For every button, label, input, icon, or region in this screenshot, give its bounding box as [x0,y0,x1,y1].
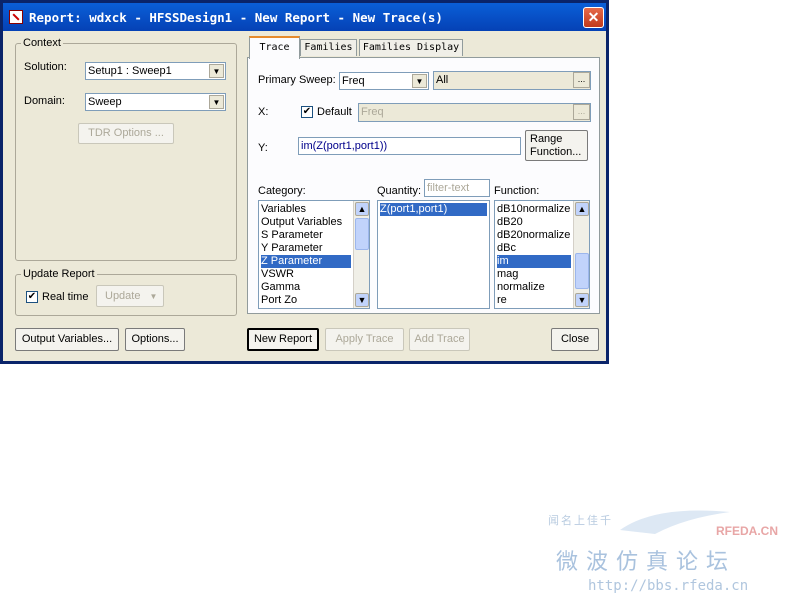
dialog-client: Context Solution: Setup1 : Sweep1 ▼ Doma… [3,31,606,361]
list-item[interactable]: dBc [497,242,516,255]
y-expression-field[interactable]: im(Z(port1,port1)) [298,137,521,155]
watermark-url: http://bbs.rfeda.cn [588,578,749,594]
list-item[interactable]: dB20 [497,216,523,229]
primary-sweep-value: Freq [342,75,365,87]
list-item[interactable]: mag [497,268,518,281]
tab-trace[interactable]: Trace [249,36,300,59]
title-bar[interactable]: Report: wdxck - HFSSDesign1 - New Report… [3,3,606,31]
update-button[interactable]: Update ▼ [96,285,164,307]
tdr-options-button[interactable]: TDR Options ... [78,123,174,144]
list-item[interactable]: S Parameter [261,229,323,242]
primary-sweep-label: Primary Sweep: [258,74,336,86]
list-item[interactable]: Variables [261,203,306,216]
x-label: X: [258,106,269,118]
y-label: Y: [258,142,268,154]
options-button[interactable]: Options... [125,328,185,351]
tab-families-display[interactable]: Families Display [359,39,463,56]
watermark-tagline: 闻名上佳千 [548,515,613,527]
y-expression-value: im(Z(port1,port1)) [301,140,388,152]
chevron-down-icon[interactable]: ▼ [412,74,427,88]
chevron-down-icon[interactable]: ▼ [209,64,224,78]
list-item-selected[interactable]: Z(port1,port1) [380,203,487,216]
sweep-range-value: All [436,74,449,86]
default-label: Default [317,106,352,118]
scroll-up-icon[interactable]: ▲ [575,202,589,216]
context-legend: Context [21,37,63,49]
x-value: Freq [361,106,384,118]
list-item[interactable]: Gamma [261,281,300,294]
real-time-checkbox[interactable]: ✔ [26,291,38,303]
apply-trace-button[interactable]: Apply Trace [325,328,404,351]
range-function-line2: Function... [530,146,582,158]
scroll-down-icon[interactable]: ▼ [575,293,589,307]
category-label: Category: [258,185,306,197]
category-list[interactable]: Variables Output Variables S Parameter Y… [258,200,370,309]
solution-combo[interactable]: Setup1 : Sweep1 ▼ [85,62,226,80]
quantity-list[interactable]: Z(port1,port1) [377,200,490,309]
scroll-down-icon[interactable]: ▼ [355,293,369,307]
list-item[interactable]: Y Parameter [261,242,323,255]
x-field: Freq [358,103,591,122]
trace-tab-panel: Primary Sweep: Freq ▼ All ... X: ✔ Defau… [247,57,600,314]
real-time-label: Real time [42,291,89,303]
scroll-up-icon[interactable]: ▲ [355,202,369,216]
function-scrollbar[interactable]: ▲ ▼ [573,201,589,308]
function-list[interactable]: dB10normalize dB20 dB20normalize dBc im … [494,200,590,309]
domain-label: Domain: [24,95,65,107]
add-trace-button[interactable]: Add Trace [409,328,470,351]
list-item[interactable]: Port Zo [261,294,297,307]
primary-sweep-combo[interactable]: Freq ▼ [339,72,429,90]
solution-label: Solution: [24,61,67,73]
tab-families[interactable]: Families [300,39,357,56]
watermark-chinese: 微波仿真论坛 [556,550,737,575]
update-report-legend: Update Report [21,268,97,280]
quantity-label: Quantity: [377,185,422,197]
chevron-down-icon: ▼ [149,292,158,301]
quantity-filter-placeholder: filter-text [427,182,470,194]
quantity-filter-input[interactable]: filter-text [424,179,490,197]
scroll-thumb[interactable] [575,253,589,289]
range-function-line1: Range [530,133,563,145]
watermark-wing-icon [620,510,730,534]
list-item[interactable]: re [497,294,507,307]
list-item-selected[interactable]: im [497,255,571,268]
chevron-down-icon[interactable]: ▼ [209,95,224,109]
sweep-range-ellipsis-button[interactable]: ... [573,72,590,88]
list-item[interactable]: Output Variables [261,216,342,229]
list-item[interactable]: normalize [497,281,545,294]
x-ellipsis-button[interactable]: ... [573,104,590,120]
close-icon[interactable]: ✕ [583,7,604,28]
close-button[interactable]: Close [551,328,599,351]
output-variables-button[interactable]: Output Variables... [15,328,119,351]
domain-value: Sweep [88,96,122,108]
scroll-thumb[interactable] [355,218,369,250]
function-label: Function: [494,185,540,197]
update-button-label: Update [105,290,141,302]
list-item-selected[interactable]: Z Parameter [261,255,351,268]
category-scrollbar[interactable]: ▲ ▼ [353,201,369,308]
solution-value: Setup1 : Sweep1 [88,65,172,77]
app-icon [9,10,23,24]
range-function-button[interactable]: Range Function... [525,130,588,161]
list-item[interactable]: dB10normalize [497,203,570,216]
new-report-button[interactable]: New Report [247,328,319,351]
list-item[interactable]: dB20normalize [497,229,570,242]
list-item[interactable]: VSWR [261,268,294,281]
window-title: Report: wdxck - HFSSDesign1 - New Report… [29,10,443,25]
domain-combo[interactable]: Sweep ▼ [85,93,226,111]
sweep-range-field: All [433,71,591,90]
default-checkbox[interactable]: ✔ [301,106,313,118]
